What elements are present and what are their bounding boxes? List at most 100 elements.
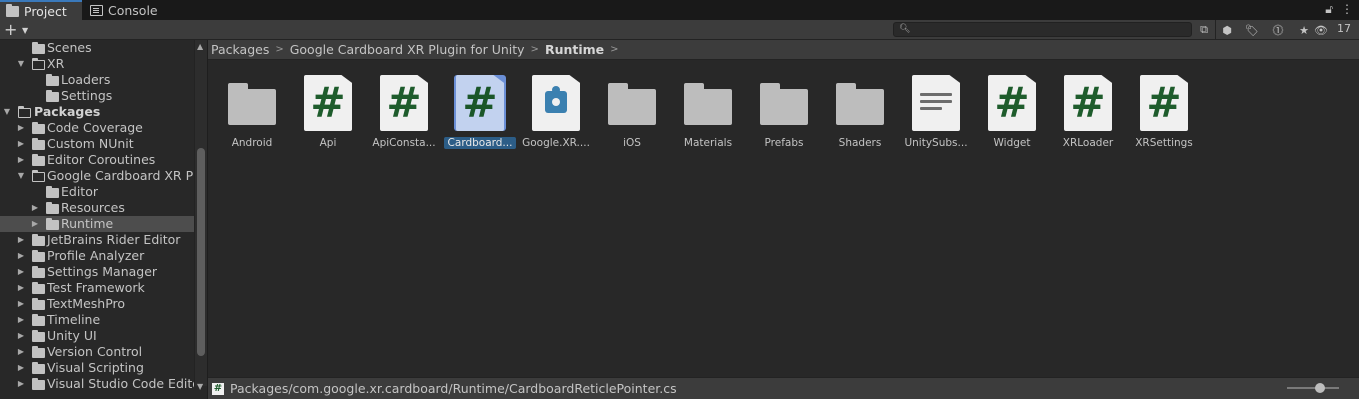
- tree-item-unity-ui[interactable]: ▶ Unity UI: [0, 328, 194, 344]
- tree-item-editor-coroutines[interactable]: ▶ Editor Coroutines: [0, 152, 194, 168]
- tree-item-google-cardboard[interactable]: ▼ Google Cardboard XR Plugin for Unity: [0, 168, 194, 184]
- hidden-packages-icon[interactable]: 👁︎: [1314, 21, 1328, 39]
- tree-item-code-coverage[interactable]: ▶ Code Coverage: [0, 120, 194, 136]
- breadcrumb-runtime[interactable]: Runtime: [545, 42, 604, 57]
- tree-item-scenes[interactable]: Scenes: [0, 40, 194, 56]
- asset-script-cardboard[interactable]: # Cardboard...: [444, 75, 516, 155]
- project-toolbar: + ▼ 🔍︎ ⧉ ⬢ 🏷︎ ⓵ ★ 👁︎ 17: [0, 20, 1359, 40]
- asset-folder-prefabs[interactable]: Prefabs: [748, 75, 820, 155]
- tree-item-runtime[interactable]: ▶ Runtime: [0, 216, 194, 232]
- asset-script-xrloader[interactable]: # XRLoader: [1052, 75, 1124, 155]
- tab-console[interactable]: Console: [84, 0, 164, 20]
- tree-scrollbar[interactable]: ▲ ▼: [194, 40, 207, 391]
- asset-folder-materials[interactable]: Materials: [672, 75, 744, 155]
- breadcrumb: Packages > Google Cardboard XR Plugin fo…: [208, 40, 1359, 60]
- folder-icon: [32, 138, 45, 150]
- tree-item-visual-studio-code-editor[interactable]: ▶ Visual Studio Code Editor: [0, 376, 194, 392]
- tree-item-xr[interactable]: ▼ XR: [0, 56, 194, 72]
- collapsed-arrow-icon[interactable]: ▶: [16, 267, 26, 277]
- collapsed-arrow-icon[interactable]: ▶: [30, 203, 40, 213]
- tree-item-resources[interactable]: ▶ Resources: [0, 200, 194, 216]
- text-lines-icon: [920, 93, 952, 113]
- favorite-star-icon[interactable]: ★: [1293, 21, 1315, 39]
- folder-icon: [46, 74, 59, 86]
- expanded-arrow-icon[interactable]: ▼: [16, 59, 26, 69]
- breadcrumb-google-cardboard[interactable]: Google Cardboard XR Plugin for Unity: [290, 42, 525, 57]
- tree-item-settings[interactable]: Settings: [0, 88, 194, 104]
- scroll-down-icon[interactable]: ▼: [197, 382, 203, 391]
- folder-tree: Scenes ▼ XR Loaders Settings ▼ Packages …: [0, 40, 194, 399]
- selected-asset-path: Packages/com.google.xr.cardboard/Runtime…: [230, 381, 677, 396]
- collapsed-arrow-icon[interactable]: ▶: [16, 379, 26, 389]
- tree-item-version-control[interactable]: ▶ Version Control: [0, 344, 194, 360]
- folder-icon: [32, 330, 45, 342]
- tab-project[interactable]: Project: [0, 0, 82, 20]
- folder-icon: [836, 83, 884, 125]
- collapsed-arrow-icon[interactable]: ▶: [16, 155, 26, 165]
- folder-icon: [46, 202, 59, 214]
- asset-folder-ios[interactable]: iOS: [596, 75, 668, 155]
- chevron-right-icon: >: [610, 44, 619, 55]
- asset-grid: Android # Api # ApiConsta... # Cardboard…: [208, 61, 1359, 377]
- search-by-type-icon[interactable]: ⧉: [1193, 21, 1215, 39]
- tree-item-profile-analyzer[interactable]: ▶ Profile Analyzer: [0, 248, 194, 264]
- folder-icon: [32, 154, 45, 166]
- search-icon: 🔍︎: [899, 24, 911, 34]
- tree-item-textmeshpro[interactable]: ▶ TextMeshPro: [0, 296, 194, 312]
- asset-text-unitysubsystems[interactable]: UnitySubs...: [900, 75, 972, 155]
- filter-type-icon[interactable]: ⬢: [1216, 21, 1238, 39]
- collapsed-arrow-icon[interactable]: ▶: [16, 315, 26, 325]
- expanded-arrow-icon[interactable]: ▼: [2, 107, 12, 117]
- csharp-script-icon: #: [988, 75, 1036, 131]
- expanded-arrow-icon[interactable]: ▼: [16, 171, 26, 181]
- folder-icon: [32, 250, 45, 262]
- search-field[interactable]: 🔍︎: [893, 22, 1192, 37]
- lock-icon[interactable]: 🔓︎: [1325, 2, 1333, 17]
- asset-folder-shaders[interactable]: Shaders: [824, 75, 896, 155]
- more-options-icon[interactable]: ⋮: [1341, 2, 1353, 17]
- folder-icon: [46, 90, 59, 102]
- tree-item-loaders[interactable]: Loaders: [0, 72, 194, 88]
- collapsed-arrow-icon[interactable]: ▶: [30, 219, 40, 229]
- asset-script-xrsettings[interactable]: # XRSettings: [1128, 75, 1200, 155]
- tree-item-editor[interactable]: Editor: [0, 184, 194, 200]
- csharp-script-icon: #: [304, 75, 352, 131]
- tree-item-jetbrains-rider[interactable]: ▶ JetBrains Rider Editor: [0, 232, 194, 248]
- collapsed-arrow-icon[interactable]: ▶: [16, 251, 26, 261]
- breadcrumb-packages[interactable]: Packages: [211, 42, 269, 57]
- asset-script-widget[interactable]: # Widget: [976, 75, 1048, 155]
- collapsed-arrow-icon[interactable]: ▶: [16, 139, 26, 149]
- log-type-icon[interactable]: ⓵: [1267, 21, 1289, 39]
- scroll-up-icon[interactable]: ▲: [197, 42, 203, 51]
- asset-folder-android[interactable]: Android: [216, 75, 288, 155]
- tree-item-timeline[interactable]: ▶ Timeline: [0, 312, 194, 328]
- asset-script-api[interactable]: # Api: [292, 75, 364, 155]
- collapsed-arrow-icon[interactable]: ▶: [16, 347, 26, 357]
- icon-size-slider[interactable]: [1287, 383, 1339, 393]
- tree-item-custom-nunit[interactable]: ▶ Custom NUnit: [0, 136, 194, 152]
- asset-script-apiconstants[interactable]: # ApiConsta...: [368, 75, 440, 155]
- tree-item-packages[interactable]: ▼ Packages: [0, 104, 194, 120]
- collapsed-arrow-icon[interactable]: ▶: [16, 363, 26, 373]
- scrollbar-thumb[interactable]: [197, 148, 205, 356]
- label-tag-icon[interactable]: 🏷︎: [1241, 21, 1263, 39]
- plus-icon: +: [4, 20, 18, 39]
- folder-icon: [760, 83, 808, 125]
- chevron-right-icon: >: [530, 44, 539, 55]
- tree-item-visual-scripting[interactable]: ▶ Visual Scripting: [0, 360, 194, 376]
- collapsed-arrow-icon[interactable]: ▶: [16, 235, 26, 245]
- collapsed-arrow-icon[interactable]: ▶: [16, 331, 26, 341]
- slider-knob[interactable]: [1315, 383, 1325, 393]
- collapsed-arrow-icon[interactable]: ▶: [16, 283, 26, 293]
- tree-item-settings-manager[interactable]: ▶ Settings Manager: [0, 264, 194, 280]
- collapsed-arrow-icon[interactable]: ▶: [16, 123, 26, 133]
- folder-icon: [32, 266, 45, 278]
- puzzle-piece-icon: [545, 86, 567, 113]
- create-button[interactable]: + ▼: [4, 21, 30, 39]
- open-folder-icon: [31, 169, 45, 182]
- asset-assembly-google-xr[interactable]: Google.XR....: [520, 75, 592, 155]
- collapsed-arrow-icon[interactable]: ▶: [16, 299, 26, 309]
- search-input[interactable]: [910, 23, 1188, 36]
- csharp-script-icon: #: [1140, 75, 1188, 131]
- tree-item-test-framework[interactable]: ▶ Test Framework: [0, 280, 194, 296]
